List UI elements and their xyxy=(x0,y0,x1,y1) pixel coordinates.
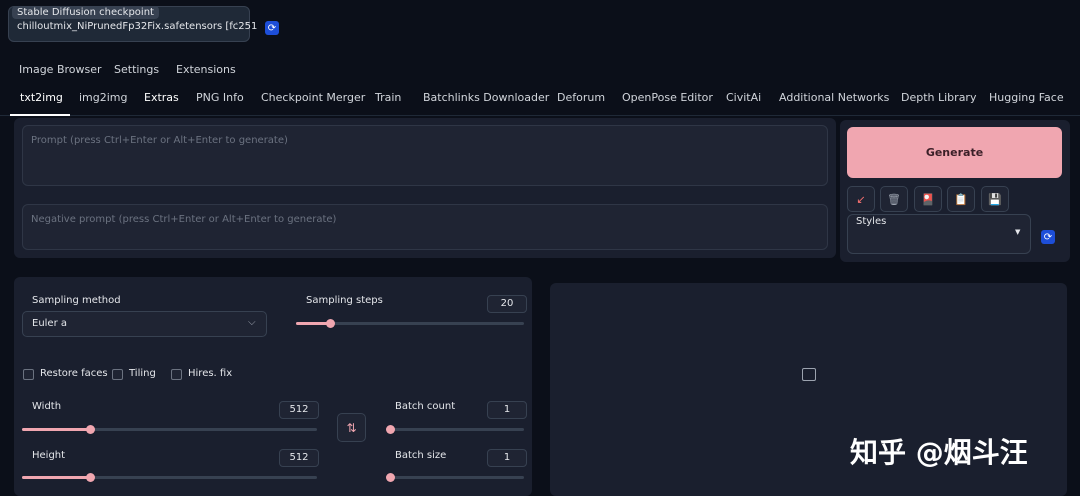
tab-divider xyxy=(0,115,1080,116)
hires-fix-label: Hires. fix xyxy=(188,368,233,379)
slider-thumb[interactable] xyxy=(86,473,95,482)
hires-fix-checkbox[interactable] xyxy=(171,369,182,380)
dropdown-arrow-icon[interactable]: ▼ xyxy=(1015,228,1020,236)
tiling-checkbox[interactable] xyxy=(112,369,123,380)
sampling-steps-slider[interactable] xyxy=(296,318,524,328)
tab-hugging-face[interactable]: Hugging Face xyxy=(989,91,1064,104)
slider-fill xyxy=(296,322,330,325)
clipboard-icon[interactable]: 📋 xyxy=(947,186,975,212)
tab-civitai[interactable]: CivitAi xyxy=(726,91,761,104)
negative-prompt-input[interactable]: Negative prompt (press Ctrl+Enter or Alt… xyxy=(22,204,828,250)
sampling-method-label: Sampling method xyxy=(32,295,121,306)
tab-deforum[interactable]: Deforum xyxy=(557,91,605,104)
height-slider[interactable] xyxy=(22,472,317,482)
restore-faces-label: Restore faces xyxy=(40,368,108,379)
settings-panel xyxy=(14,277,532,496)
tab-batchlinks-downloader[interactable]: Batchlinks Downloader xyxy=(423,91,549,104)
trash-icon[interactable]: 🗑 xyxy=(880,186,908,212)
tab-png-info[interactable]: PNG Info xyxy=(196,91,244,104)
tab-extras[interactable]: Extras xyxy=(144,91,179,104)
tab-openpose-editor[interactable]: OpenPose Editor xyxy=(622,91,713,104)
sampling-method-value: Euler a xyxy=(32,318,68,329)
tab-image-browser[interactable]: Image Browser xyxy=(19,63,102,76)
style-icon[interactable]: 🎴 xyxy=(914,186,942,212)
tab-train[interactable]: Train xyxy=(375,91,401,104)
tiling-label: Tiling xyxy=(129,368,156,379)
tab-txt2img[interactable]: txt2img xyxy=(20,91,63,104)
slider-fill xyxy=(22,428,90,431)
active-tab-indicator xyxy=(10,114,70,116)
restore-faces-checkbox[interactable] xyxy=(23,369,34,380)
arrow-icon[interactable]: ↙ xyxy=(847,186,875,212)
slider-thumb[interactable] xyxy=(326,319,335,328)
chevron-down-icon[interactable]: ⌵ xyxy=(248,317,256,328)
prompt-input[interactable]: Prompt (press Ctrl+Enter or Alt+Enter to… xyxy=(22,125,828,186)
sampling-steps-label: Sampling steps xyxy=(306,295,383,306)
batch-count-input[interactable]: 1 xyxy=(487,401,527,419)
generate-button[interactable]: Generate xyxy=(847,127,1062,178)
width-label: Width xyxy=(32,401,62,412)
width-slider[interactable] xyxy=(22,424,317,434)
slider-track xyxy=(386,428,524,431)
height-input[interactable]: 512 xyxy=(279,449,319,467)
tab-settings[interactable]: Settings xyxy=(114,63,159,76)
batch-size-label: Batch size xyxy=(395,450,447,461)
styles-label: Styles xyxy=(856,216,887,227)
styles-refresh-icon[interactable]: ⟳ xyxy=(1041,230,1055,244)
refresh-icon[interactable]: ⟳ xyxy=(265,21,279,35)
batch-size-slider[interactable] xyxy=(386,472,524,482)
tab-checkpoint-merger[interactable]: Checkpoint Merger xyxy=(261,91,365,104)
batch-size-input[interactable]: 1 xyxy=(487,449,527,467)
swap-dimensions-button[interactable]: ⇅ xyxy=(337,413,366,442)
slider-fill xyxy=(22,476,90,479)
save-icon[interactable]: 💾 xyxy=(981,186,1009,212)
width-input[interactable]: 512 xyxy=(279,401,319,419)
swap-icon: ⇅ xyxy=(346,420,357,435)
tab-extensions[interactable]: Extensions xyxy=(176,63,236,76)
watermark: 知乎 @烟斗汪 xyxy=(850,436,1028,469)
batch-count-slider[interactable] xyxy=(386,424,524,434)
chevron-down-icon[interactable]: ⌵ xyxy=(230,18,238,29)
checkpoint-label: Stable Diffusion checkpoint xyxy=(12,6,159,19)
height-label: Height xyxy=(32,450,66,461)
image-placeholder-icon xyxy=(802,368,816,381)
tab-img2img[interactable]: img2img xyxy=(79,91,128,104)
tab-additional-networks[interactable]: Additional Networks xyxy=(779,91,889,104)
slider-thumb[interactable] xyxy=(86,425,95,434)
sampling-steps-input[interactable]: 20 xyxy=(487,295,527,313)
slider-thumb[interactable] xyxy=(386,473,395,482)
sampling-method-select[interactable]: Euler a xyxy=(22,311,267,337)
slider-thumb[interactable] xyxy=(386,425,395,434)
slider-track xyxy=(386,476,524,479)
checkpoint-value[interactable]: chilloutmix_NiPrunedFp32Fix.safetensors … xyxy=(17,21,257,32)
tab-depth-library[interactable]: Depth Library xyxy=(901,91,976,104)
batch-count-label: Batch count xyxy=(395,401,456,412)
